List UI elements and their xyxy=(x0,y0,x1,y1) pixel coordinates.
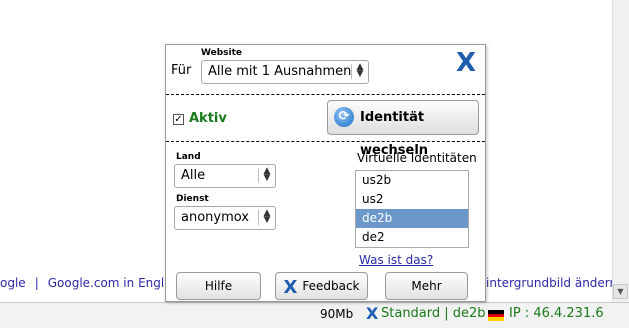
footer-separator: | xyxy=(34,276,39,290)
identity-status[interactable]: Standard | de2b xyxy=(381,306,486,321)
select-arrows-icon: ▲ ▼ xyxy=(258,209,275,225)
aktiv-label[interactable]: Aktiv xyxy=(189,111,227,126)
dienst-select-value: anonymox xyxy=(181,210,250,225)
virtual-identities-label: Virtuelle Identitäten xyxy=(357,151,477,165)
help-button[interactable]: Hilfe xyxy=(176,272,261,300)
select-arrows-icon: ▲ ▼ xyxy=(258,167,275,183)
land-label: Land xyxy=(176,152,201,162)
scroll-down-arrow-icon[interactable]: ▼ xyxy=(613,284,628,299)
memory-usage: 90Mb xyxy=(320,307,354,321)
anonymox-x-icon: X xyxy=(283,277,298,298)
germany-flag-icon xyxy=(488,310,504,321)
footer-link-google[interactable]: ogle xyxy=(0,276,26,290)
divider xyxy=(166,141,485,142)
browser-statusbar: 90Mb X Standard | de2b IP : 46.4.231.6 xyxy=(0,302,629,328)
anonymox-status-icon[interactable]: X xyxy=(366,304,378,323)
website-select[interactable]: Alle mit 1 Ausnahmen ▲ ▼ xyxy=(201,60,369,84)
list-item-selected[interactable]: de2b xyxy=(356,209,468,228)
feedback-button[interactable]: X Feedback xyxy=(275,272,368,300)
dienst-label: Dienst xyxy=(176,194,209,204)
list-item[interactable]: us2b xyxy=(356,171,468,190)
dienst-select[interactable]: anonymox ▲ ▼ xyxy=(174,206,276,230)
more-button[interactable]: Mehr xyxy=(385,272,468,300)
refresh-icon: ⟳ xyxy=(334,107,354,127)
footer-link-background-image[interactable]: intergrundbild ändern xyxy=(486,273,617,293)
ip-address: IP : 46.4.231.6 xyxy=(509,306,604,321)
what-is-this-link[interactable]: Was ist das? xyxy=(359,253,433,267)
feedback-label: Feedback xyxy=(302,279,360,293)
website-select-value: Alle mit 1 Ausnahmen xyxy=(208,64,352,79)
identity-listbox[interactable]: us2b us2 de2b de2 xyxy=(355,170,469,248)
vertical-scrollbar[interactable] xyxy=(612,0,629,302)
anonymox-logo-icon: X xyxy=(456,48,477,78)
footer-link-google-english[interactable]: Google.com in Englis xyxy=(48,276,174,290)
footer-links: ogle | Google.com in Englis xyxy=(0,273,174,293)
select-arrows-icon: ▲ ▼ xyxy=(351,63,368,79)
change-identity-button[interactable]: ⟳ Identität wechseln xyxy=(327,100,479,158)
list-item[interactable]: us2 xyxy=(356,190,468,209)
anonymox-popup: Website Für Alle mit 1 Ausnahmen ▲ ▼ X ✓ … xyxy=(165,44,486,302)
aktiv-checkbox[interactable]: ✓ xyxy=(173,114,184,125)
land-select[interactable]: Alle ▲ ▼ xyxy=(174,164,276,188)
list-item[interactable]: de2 xyxy=(356,228,468,247)
fuer-label: Für xyxy=(171,63,192,78)
website-label: Website xyxy=(201,48,243,58)
land-select-value: Alle xyxy=(181,168,206,183)
divider xyxy=(166,94,485,95)
